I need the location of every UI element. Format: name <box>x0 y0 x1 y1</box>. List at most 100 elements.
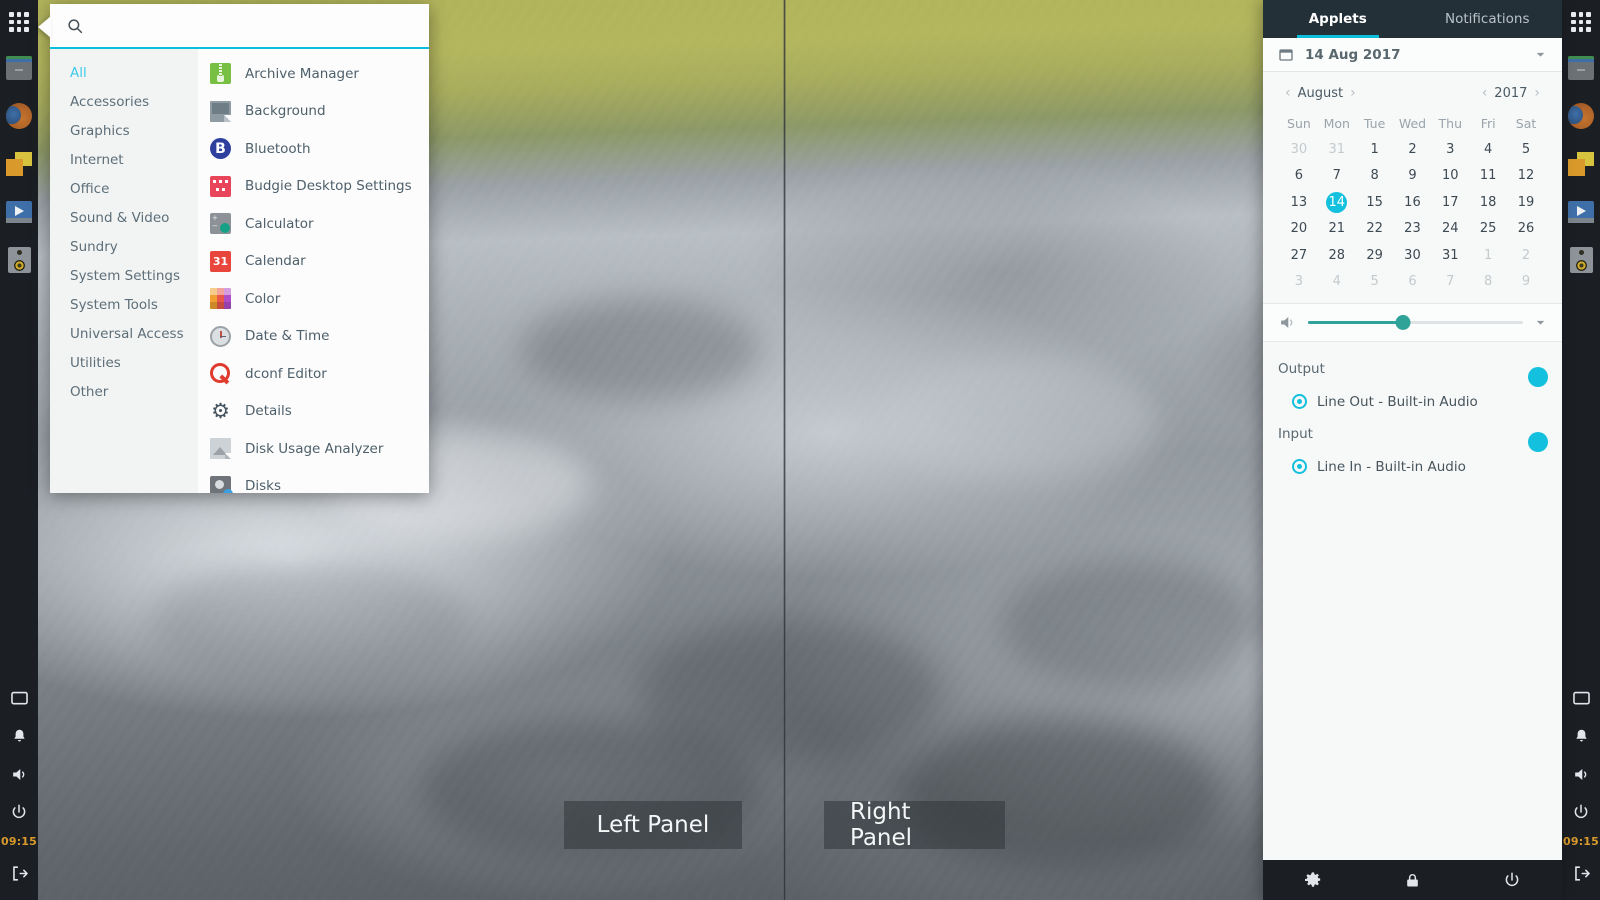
calendar-day-cell[interactable]: 1 <box>1469 242 1507 269</box>
volume-tray-button[interactable] <box>0 755 38 793</box>
calendar-day-cell[interactable]: 8 <box>1469 269 1507 296</box>
category-item-sundry[interactable]: Sundry <box>50 232 198 261</box>
calendar-day-cell[interactable]: 17 <box>1431 189 1469 216</box>
app-item-archive-manager[interactable]: Archive Manager <box>198 55 429 93</box>
calendar-day-cell[interactable]: 19 <box>1507 189 1545 216</box>
input-device-option[interactable]: Line In - Built-in Audio <box>1263 451 1562 482</box>
calendar-day-cell[interactable]: 14 <box>1318 189 1356 216</box>
power-tray-button-right[interactable] <box>1562 793 1600 831</box>
calendar-day-cell[interactable]: 9 <box>1507 269 1545 296</box>
category-item-utilities[interactable]: Utilities <box>50 348 198 377</box>
calendar-day-cell[interactable]: 23 <box>1394 216 1432 243</box>
category-item-other[interactable]: Other <box>50 377 198 406</box>
calendar-day-cell[interactable]: 6 <box>1280 163 1318 190</box>
calendar-day-cell[interactable]: 18 <box>1469 189 1507 216</box>
prev-month-button[interactable]: ‹ <box>1280 85 1296 101</box>
app-item-disk-usage-analyzer[interactable]: Disk Usage Analyzer <box>198 430 429 468</box>
dock-item-files[interactable] <box>0 44 38 92</box>
logout-button-right[interactable] <box>1562 854 1600 892</box>
calendar-day-cell[interactable]: 24 <box>1431 216 1469 243</box>
app-item-details[interactable]: Details <box>198 393 429 431</box>
calendar-day-cell[interactable]: 9 <box>1394 163 1432 190</box>
chevron-down-icon[interactable] <box>1534 48 1547 61</box>
calendar-day-cell[interactable]: 10 <box>1431 163 1469 190</box>
calendar-day-cell[interactable]: 1 <box>1356 136 1394 163</box>
dock-item-files-right[interactable] <box>1562 44 1600 92</box>
calendar-day-cell[interactable]: 2 <box>1394 136 1432 163</box>
calendar-day-cell[interactable]: 5 <box>1507 136 1545 163</box>
calendar-day-cell[interactable]: 22 <box>1356 216 1394 243</box>
volume-tray-button-right[interactable] <box>1562 755 1600 793</box>
app-item-budgie-desktop-settings[interactable]: Budgie Desktop Settings <box>198 168 429 206</box>
category-item-all[interactable]: All <box>50 58 198 87</box>
slider-handle[interactable] <box>1395 315 1411 330</box>
calendar-day-cell[interactable]: 20 <box>1280 216 1318 243</box>
next-month-button[interactable]: › <box>1345 85 1361 101</box>
dock-item-audio-right[interactable] <box>1562 236 1600 284</box>
app-item-calculator[interactable]: Calculator <box>198 205 429 243</box>
app-item-color[interactable]: Color <box>198 280 429 318</box>
calendar-day-cell[interactable]: 30 <box>1394 242 1432 269</box>
app-item-bluetooth[interactable]: Bluetooth <box>198 130 429 168</box>
calendar-day-cell[interactable]: 13 <box>1280 189 1318 216</box>
category-item-accessories[interactable]: Accessories <box>50 87 198 116</box>
notifications-tray-button-right[interactable] <box>1562 717 1600 755</box>
calendar-day-cell[interactable]: 4 <box>1318 269 1356 296</box>
calendar-applet-header[interactable]: 14 Aug 2017 <box>1263 38 1562 72</box>
calendar-day-cell[interactable]: 2 <box>1507 242 1545 269</box>
search-input[interactable] <box>84 17 417 34</box>
calendar-day-cell[interactable]: 3 <box>1280 269 1318 296</box>
next-year-button[interactable]: › <box>1529 85 1545 101</box>
calendar-day-cell[interactable]: 25 <box>1469 216 1507 243</box>
calendar-day-cell[interactable]: 12 <box>1507 163 1545 190</box>
category-item-office[interactable]: Office <box>50 174 198 203</box>
calendar-day-cell[interactable]: 3 <box>1431 136 1469 163</box>
dock-item-video[interactable] <box>0 188 38 236</box>
calendar-day-cell[interactable]: 31 <box>1431 242 1469 269</box>
category-item-sound-video[interactable]: Sound & Video <box>50 203 198 232</box>
dock-item-video-right[interactable] <box>1562 188 1600 236</box>
category-item-universal-access[interactable]: Universal Access <box>50 319 198 348</box>
app-item-background[interactable]: Background <box>198 93 429 131</box>
power-button[interactable] <box>1462 860 1562 900</box>
sound-chevron-down-icon[interactable] <box>1534 316 1547 329</box>
logout-button-left[interactable] <box>0 854 38 892</box>
calendar-day-cell[interactable]: 27 <box>1280 242 1318 269</box>
lock-button[interactable] <box>1363 860 1463 900</box>
volume-slider[interactable] <box>1308 315 1523 330</box>
calendar-day-cell[interactable]: 16 <box>1394 189 1432 216</box>
calendar-day-cell[interactable]: 6 <box>1394 269 1432 296</box>
power-tray-button[interactable] <box>0 793 38 831</box>
app-item-calendar[interactable]: Calendar <box>198 243 429 281</box>
notifications-tray-button[interactable] <box>0 717 38 755</box>
category-item-system-tools[interactable]: System Tools <box>50 290 198 319</box>
calendar-day-cell[interactable]: 15 <box>1356 189 1394 216</box>
display-tray-button[interactable] <box>0 679 38 717</box>
app-grid-icon[interactable] <box>0 0 38 44</box>
speaker-icon[interactable] <box>1278 313 1297 332</box>
calendar-day-cell[interactable]: 30 <box>1280 136 1318 163</box>
tab-notifications[interactable]: Notifications <box>1413 0 1563 38</box>
app-item-dconf-editor[interactable]: dconf Editor <box>198 355 429 393</box>
dock-item-firefox-right[interactable] <box>1562 92 1600 140</box>
output-device-option[interactable]: Line Out - Built-in Audio <box>1263 386 1562 417</box>
calendar-day-cell[interactable]: 5 <box>1356 269 1394 296</box>
category-item-system-settings[interactable]: System Settings <box>50 261 198 290</box>
dock-item-audio[interactable] <box>0 236 38 284</box>
app-grid-icon-right[interactable] <box>1562 0 1600 44</box>
calendar-day-cell[interactable]: 8 <box>1356 163 1394 190</box>
dock-item-notes-right[interactable] <box>1562 140 1600 188</box>
calendar-day-cell[interactable]: 4 <box>1469 136 1507 163</box>
category-item-internet[interactable]: Internet <box>50 145 198 174</box>
calendar-day-cell[interactable]: 21 <box>1318 216 1356 243</box>
dock-item-notes[interactable] <box>0 140 38 188</box>
calendar-day-cell[interactable]: 7 <box>1431 269 1469 296</box>
calendar-day-cell[interactable]: 29 <box>1356 242 1394 269</box>
tab-applets[interactable]: Applets <box>1263 0 1413 38</box>
category-item-graphics[interactable]: Graphics <box>50 116 198 145</box>
app-item-date-time[interactable]: Date & Time <box>198 318 429 356</box>
calendar-day-cell[interactable]: 7 <box>1318 163 1356 190</box>
calendar-day-cell[interactable]: 28 <box>1318 242 1356 269</box>
calendar-day-cell[interactable]: 11 <box>1469 163 1507 190</box>
calendar-day-cell[interactable]: 31 <box>1318 136 1356 163</box>
